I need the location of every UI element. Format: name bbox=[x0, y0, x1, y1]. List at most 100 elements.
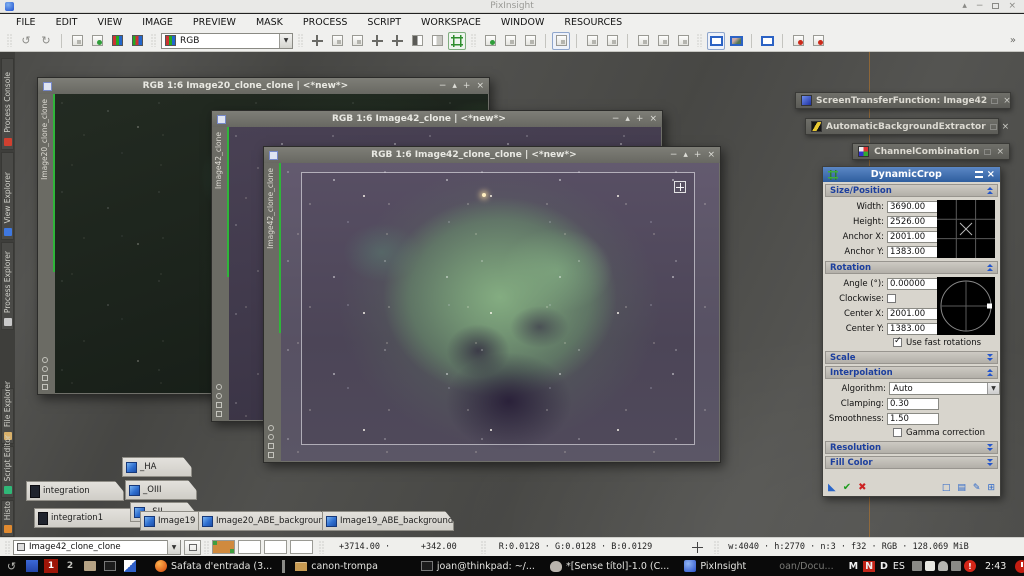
updates-tray-icon[interactable] bbox=[951, 561, 961, 571]
algorithm-select[interactable]: Auto ▼ bbox=[889, 382, 1000, 395]
menu-edit[interactable]: EDIT bbox=[46, 17, 88, 28]
toolwindow-channel-combination[interactable]: ChannelCombination × bbox=[852, 143, 1010, 160]
pin-window-icon[interactable]: ▴ bbox=[962, 1, 967, 11]
close-icon[interactable]: × bbox=[987, 170, 995, 180]
close-icon[interactable]: × bbox=[707, 150, 715, 160]
image-window-image42-clone-clone[interactable]: RGB 1:6 Image42_clone_clone | <*new*> − … bbox=[263, 146, 721, 463]
workspace-thumbnail-2[interactable] bbox=[238, 540, 261, 554]
center-image-icon[interactable] bbox=[368, 32, 386, 50]
zoom-icon[interactable]: + bbox=[636, 114, 644, 124]
statusbar-drag-handle[interactable] bbox=[714, 541, 719, 554]
process-icon-ha[interactable]: _HA bbox=[122, 457, 192, 477]
indicator-d[interactable]: D bbox=[880, 561, 888, 572]
close-icon[interactable]: × bbox=[649, 114, 657, 124]
menu-window[interactable]: WINDOW bbox=[491, 17, 555, 28]
minimize-window-icon[interactable]: − bbox=[976, 1, 984, 11]
fast-rotations-checkbox[interactable] bbox=[893, 338, 902, 347]
app-tray-icon[interactable] bbox=[925, 561, 935, 571]
preview-back-icon[interactable] bbox=[583, 32, 601, 50]
restore-window-icon[interactable] bbox=[992, 3, 999, 9]
clock[interactable]: 2:43 bbox=[985, 561, 1006, 572]
image-window-titlebar[interactable]: RGB 1:6 Image42_clone_clone | <*new*> − … bbox=[264, 147, 720, 163]
close-icon[interactable]: × bbox=[1003, 96, 1011, 106]
process-icon-oiii[interactable]: _OIII bbox=[125, 480, 197, 500]
stf-display-icon[interactable] bbox=[428, 32, 446, 50]
window-list-button[interactable] bbox=[184, 540, 201, 555]
invert-display-icon[interactable] bbox=[408, 32, 426, 50]
toolwindow-screen-transfer-function[interactable]: ScreenTransferFunction: Image42 × bbox=[795, 92, 1011, 109]
expand-icon[interactable] bbox=[987, 444, 993, 451]
preview-restore-icon[interactable] bbox=[654, 32, 672, 50]
statusbar-drag-handle[interactable] bbox=[5, 541, 10, 554]
swap-screens-icon[interactable] bbox=[758, 32, 776, 50]
expand-icon[interactable] bbox=[987, 354, 993, 361]
statusbar-drag-handle[interactable] bbox=[204, 541, 209, 554]
dynamic-crop-mode-icon[interactable] bbox=[448, 32, 466, 50]
view-selector-strip[interactable]: Image42_clone bbox=[212, 127, 229, 421]
collapse-icon[interactable] bbox=[987, 369, 993, 376]
window-titlebar[interactable]: PixInsight ▴ − × bbox=[0, 0, 1024, 13]
indicator-n[interactable]: N bbox=[863, 561, 875, 572]
taskbar-documents[interactable]: oan/Docu... bbox=[774, 557, 838, 575]
collapse-icon[interactable] bbox=[987, 187, 993, 194]
new-instance-button[interactable]: ◣ bbox=[828, 482, 836, 493]
toolbar-drag-handle[interactable] bbox=[298, 34, 303, 47]
alert-tray-icon[interactable]: ! bbox=[964, 560, 976, 572]
edit-preview-icon[interactable] bbox=[501, 32, 519, 50]
minimize-icon[interactable]: − bbox=[670, 150, 678, 160]
taskbar-file-manager[interactable]: canon-trompa bbox=[290, 557, 383, 575]
section-interpolation[interactable]: Interpolation bbox=[825, 366, 998, 379]
workspace-thumbnail-4[interactable] bbox=[290, 540, 313, 554]
image-identifier-icon[interactable] bbox=[68, 32, 86, 50]
menu-workspace[interactable]: WORKSPACE bbox=[411, 17, 491, 28]
reset-button[interactable]: ⊞ bbox=[987, 483, 995, 493]
menu-script[interactable]: SCRIPT bbox=[357, 17, 411, 28]
power-button[interactable] bbox=[1015, 560, 1024, 573]
collapse-icon[interactable] bbox=[987, 264, 993, 271]
taskbar-firefox[interactable]: Safata d'entrada (3... bbox=[150, 557, 277, 575]
browse-documentation-button[interactable]: □ bbox=[942, 483, 951, 493]
dynamic-crop-dialog[interactable]: DynamicCrop × Size/Position Width: Heigh… bbox=[822, 166, 1001, 497]
restore-icon[interactable] bbox=[990, 124, 997, 130]
minimize-icon[interactable]: − bbox=[439, 81, 447, 91]
tab-history-explorer[interactable]: History Explorer bbox=[1, 500, 14, 537]
screen-mode-icon[interactable] bbox=[707, 32, 725, 50]
expand-icon[interactable] bbox=[987, 459, 993, 466]
network-tray-icon[interactable] bbox=[912, 561, 922, 571]
taskbar-gimp[interactable]: *[Sense títol]-1.0 (C... bbox=[545, 557, 674, 575]
new-preview-icon[interactable] bbox=[481, 32, 499, 50]
fit-view-icon[interactable] bbox=[388, 32, 406, 50]
menu-image[interactable]: IMAGE bbox=[132, 17, 183, 28]
smoothness-input[interactable] bbox=[887, 413, 939, 425]
restore-icon[interactable] bbox=[984, 149, 991, 155]
close-icon[interactable]: × bbox=[1002, 122, 1010, 132]
new-document-button[interactable]: ▤ bbox=[957, 483, 966, 493]
close-icon[interactable]: × bbox=[996, 147, 1004, 157]
preview-forward-icon[interactable] bbox=[603, 32, 621, 50]
close-window-icon[interactable]: × bbox=[1008, 1, 1016, 11]
tab-script-editor[interactable]: Script Editor bbox=[1, 446, 14, 498]
files-launcher-icon[interactable] bbox=[82, 559, 97, 574]
color-channels-icon[interactable] bbox=[128, 32, 146, 50]
menu-mask[interactable]: MASK bbox=[246, 17, 293, 28]
section-scale[interactable]: Scale bbox=[825, 351, 998, 364]
toolbar-overflow-icon[interactable]: » bbox=[1010, 35, 1020, 46]
keyboard-layout-indicator[interactable]: ES bbox=[893, 561, 905, 572]
tab-view-explorer[interactable]: View Explorer bbox=[1, 152, 14, 240]
angle-input[interactable] bbox=[887, 278, 939, 290]
crop-expand-icon[interactable] bbox=[674, 181, 686, 193]
menu-preview[interactable]: PREVIEW bbox=[183, 17, 246, 28]
workspace-thumbnail-1[interactable] bbox=[212, 540, 235, 554]
workspace-2-button[interactable]: 2 bbox=[63, 559, 77, 573]
cancel-button[interactable]: ✖ bbox=[858, 482, 866, 493]
section-size-position[interactable]: Size/Position bbox=[825, 184, 998, 197]
shade-icon[interactable]: ▴ bbox=[452, 81, 457, 91]
delete-preview-icon[interactable] bbox=[521, 32, 539, 50]
anchor-x-input[interactable] bbox=[887, 231, 939, 243]
image-window-titlebar[interactable]: RGB 1:6 Image42_clone | <*new*> − ▴ + × bbox=[212, 111, 662, 127]
show-desktop-icon[interactable]: ↺ bbox=[4, 559, 19, 574]
preview-store-icon[interactable] bbox=[634, 32, 652, 50]
clockwise-checkbox[interactable] bbox=[887, 294, 896, 303]
zoom-in-mode-icon[interactable] bbox=[328, 32, 346, 50]
workspace-thumbnail-3[interactable] bbox=[264, 540, 287, 554]
